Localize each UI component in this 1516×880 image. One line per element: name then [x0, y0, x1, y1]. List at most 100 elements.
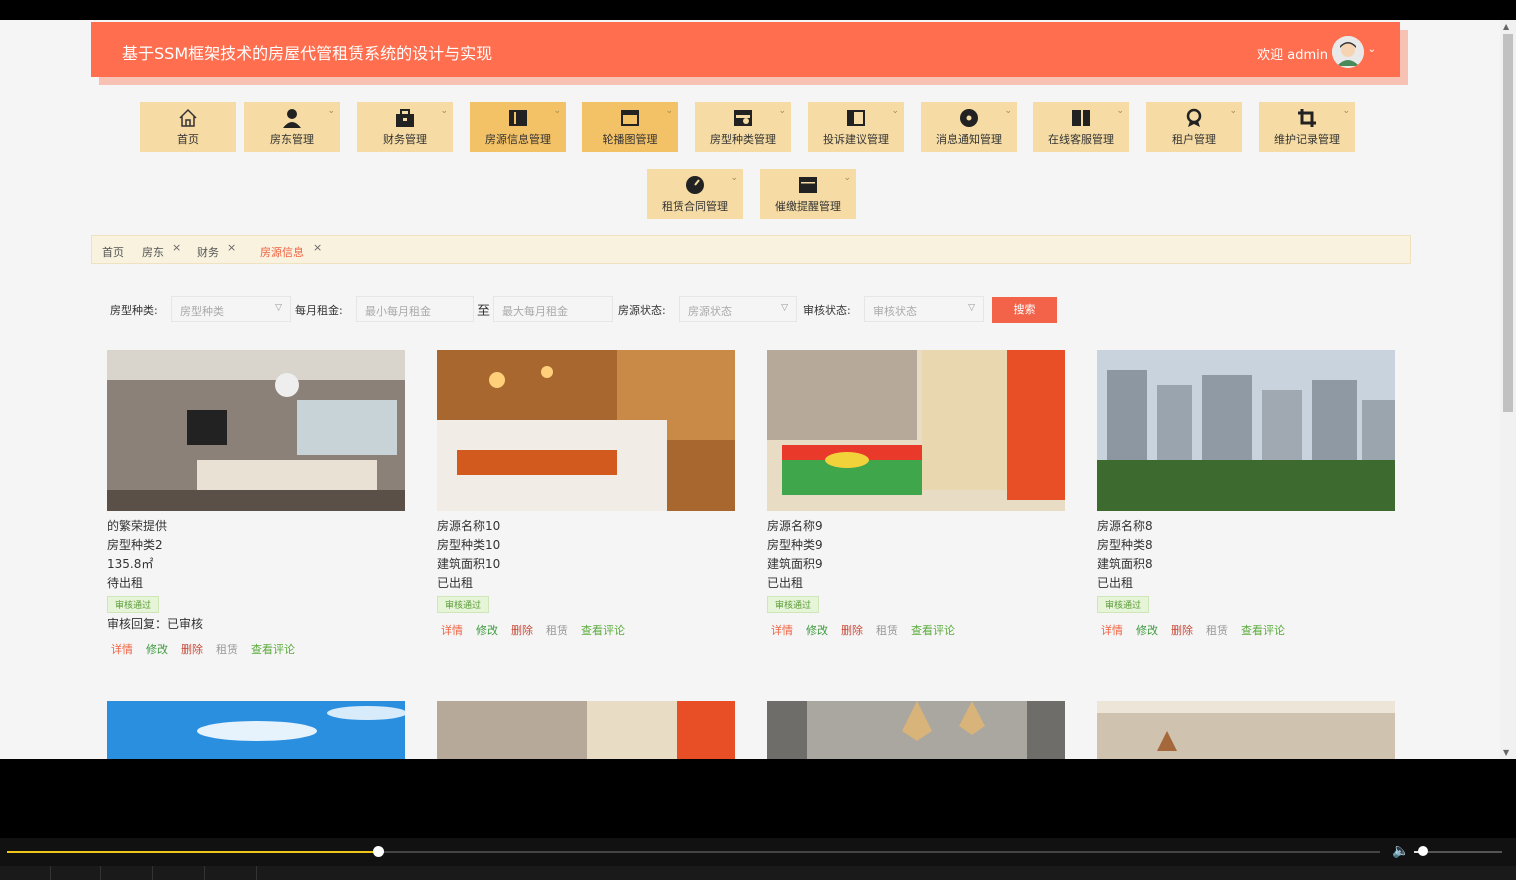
strip-cell	[100, 866, 153, 880]
property-image[interactable]	[437, 350, 735, 511]
property-type: 房型种类9	[767, 538, 823, 552]
delete-link[interactable]: 删除	[1171, 624, 1193, 637]
browser-viewport: 基于SSM框架技术的房屋代管租赁系统的设计与实现 欢迎 admin ⌄ 首页 房…	[0, 20, 1516, 759]
close-icon[interactable]: ×	[313, 241, 322, 254]
close-icon[interactable]: ×	[227, 241, 236, 254]
top-header: 基于SSM框架技术的房屋代管租赁系统的设计与实现 欢迎 admin ⌄	[91, 22, 1400, 77]
menu-service[interactable]: 在线客服管理 ⌄	[1033, 102, 1129, 152]
menu-property[interactable]: 房源信息管理 ⌄	[470, 102, 566, 152]
comment-link[interactable]: 查看评论	[251, 643, 295, 656]
menu-reminder[interactable]: 催缴提醒管理 ⌄	[760, 169, 856, 219]
property-area: 建筑面积8	[1097, 557, 1153, 571]
edit-link[interactable]: 修改	[1136, 624, 1158, 637]
detail-link[interactable]: 详情	[441, 624, 463, 637]
property-image[interactable]	[1097, 350, 1395, 511]
property-card[interactable]: 房源名称8 房型种类8 建筑面积8 已出租 审核通过 详情 修改 删除 租赁 查看评论	[1097, 350, 1395, 638]
strip-cell	[50, 866, 101, 880]
room-type-select[interactable]: 房型种类 ▽	[171, 296, 291, 322]
comment-link[interactable]: 查看评论	[911, 624, 955, 637]
menu-maintenance[interactable]: 维护记录管理 ⌄	[1259, 102, 1355, 152]
columns-icon	[509, 110, 527, 126]
progress-handle[interactable]	[372, 846, 384, 857]
property-image[interactable]	[767, 350, 1065, 511]
comment-link[interactable]: 查看评论	[581, 624, 625, 637]
menu-finance[interactable]: 财务管理 ⌄	[357, 102, 453, 152]
rent-link[interactable]: 租赁	[1206, 624, 1228, 637]
property-image[interactable]	[1097, 701, 1395, 759]
search-button[interactable]: 搜索	[992, 297, 1057, 323]
tab-label: 房源信息	[260, 246, 304, 259]
rent-link[interactable]: 租赁	[216, 643, 238, 656]
property-image[interactable]	[767, 701, 1065, 759]
edit-link[interactable]: 修改	[146, 643, 168, 656]
crop-icon	[1298, 109, 1316, 127]
property-image[interactable]	[107, 701, 405, 759]
audit-badge: 审核通过	[767, 596, 820, 613]
menu-home[interactable]: 首页	[140, 102, 236, 152]
strip-cell	[204, 866, 257, 880]
property-card[interactable]: 的繁荣提供 房型种类2 135.8㎡ 待出租 审核通过 审核回复：已审核 详情修…	[107, 350, 405, 657]
briefcase-icon	[396, 109, 414, 127]
detail-link[interactable]: 详情	[1101, 624, 1123, 637]
menu-label: 轮播图管理	[602, 133, 658, 146]
chevron-down-icon: ⌄	[440, 106, 448, 116]
room-type-label: 房型种类:	[110, 304, 158, 317]
scroll-down-icon[interactable]: ▼	[1503, 748, 1509, 757]
scroll-up-icon[interactable]: ▲	[1503, 22, 1509, 31]
vertical-scrollbar[interactable]: ▲ ▼	[1500, 20, 1516, 759]
max-rent-input[interactable]: 最大每月租金	[493, 296, 613, 322]
menu-notice[interactable]: 消息通知管理 ⌄	[921, 102, 1017, 152]
tab-home[interactable]: 首页	[102, 244, 124, 260]
input-placeholder: 最小每月租金	[365, 305, 431, 318]
property-area: 135.8㎡	[107, 557, 154, 571]
rent-label: 每月租金:	[295, 304, 343, 317]
chevron-down-icon: ⌄	[778, 106, 786, 116]
strip-cell	[152, 866, 205, 880]
menu-carousel[interactable]: 轮播图管理 ⌄	[582, 102, 678, 152]
tab-landlord[interactable]: 房东 ×	[142, 241, 181, 260]
badge-icon	[1186, 108, 1202, 127]
menu-label: 首页	[177, 133, 199, 146]
tab-property[interactable]: 房源信息 ×	[260, 241, 322, 260]
chevron-down-icon: ⌄	[1229, 106, 1237, 116]
close-icon[interactable]: ×	[172, 241, 181, 254]
comment-link[interactable]: 查看评论	[1241, 624, 1285, 637]
property-card[interactable]: 房源名称10 房型种类10 建筑面积10 已出租 审核通过 详情 修改 删除 租赁 查看…	[437, 350, 735, 638]
property-image[interactable]	[107, 350, 405, 511]
rent-link[interactable]: 租赁	[546, 624, 568, 637]
property-status-select[interactable]: 房源状态 ▽	[679, 296, 797, 322]
chevron-down-icon[interactable]: ⌄	[1368, 44, 1376, 55]
volume-handle[interactable]	[1417, 846, 1428, 856]
panel-icon	[847, 110, 865, 126]
detail-link[interactable]: 详情	[111, 643, 133, 656]
property-status: 已出租	[1097, 576, 1134, 590]
select-placeholder: 房源状态	[688, 305, 732, 318]
menu-label: 房东管理	[270, 133, 314, 146]
min-rent-input[interactable]: 最小每月租金	[356, 296, 474, 322]
card-actions: 详情 修改 删除 租赁 查看评论	[1097, 622, 1395, 638]
tab-finance[interactable]: 财务 ×	[197, 241, 236, 260]
avatar[interactable]	[1332, 36, 1364, 68]
detail-link[interactable]: 详情	[771, 624, 793, 637]
property-type: 房型种类8	[1097, 538, 1153, 552]
property-card[interactable]: 房源名称9 房型种类9 建筑面积9 已出租 审核通过 详情 修改 删除 租赁 查看评论	[767, 350, 1065, 638]
property-image[interactable]	[437, 701, 735, 759]
delete-link[interactable]: 删除	[181, 643, 203, 656]
menu-contract[interactable]: 租赁合同管理 ⌄	[647, 169, 743, 219]
volume-icon[interactable]: 🔈	[1392, 843, 1409, 859]
delete-link[interactable]: 删除	[511, 624, 533, 637]
property-type: 房型种类2	[107, 538, 163, 552]
delete-link[interactable]: 删除	[841, 624, 863, 637]
scrollbar-thumb[interactable]	[1503, 34, 1513, 412]
menu-label: 投诉建议管理	[823, 133, 889, 146]
edit-link[interactable]: 修改	[806, 624, 828, 637]
menu-tenant[interactable]: 租户管理 ⌄	[1146, 102, 1242, 152]
menu-complaint[interactable]: 投诉建议管理 ⌄	[808, 102, 904, 152]
edit-link[interactable]: 修改	[476, 624, 498, 637]
chevron-down-icon: ⌄	[843, 173, 851, 183]
camera-icon	[734, 110, 752, 126]
menu-landlord[interactable]: 房东管理 ⌄	[244, 102, 340, 152]
rent-link[interactable]: 租赁	[876, 624, 898, 637]
menu-room-type[interactable]: 房型种类管理 ⌄	[695, 102, 791, 152]
audit-status-select[interactable]: 审核状态 ▽	[864, 296, 984, 322]
